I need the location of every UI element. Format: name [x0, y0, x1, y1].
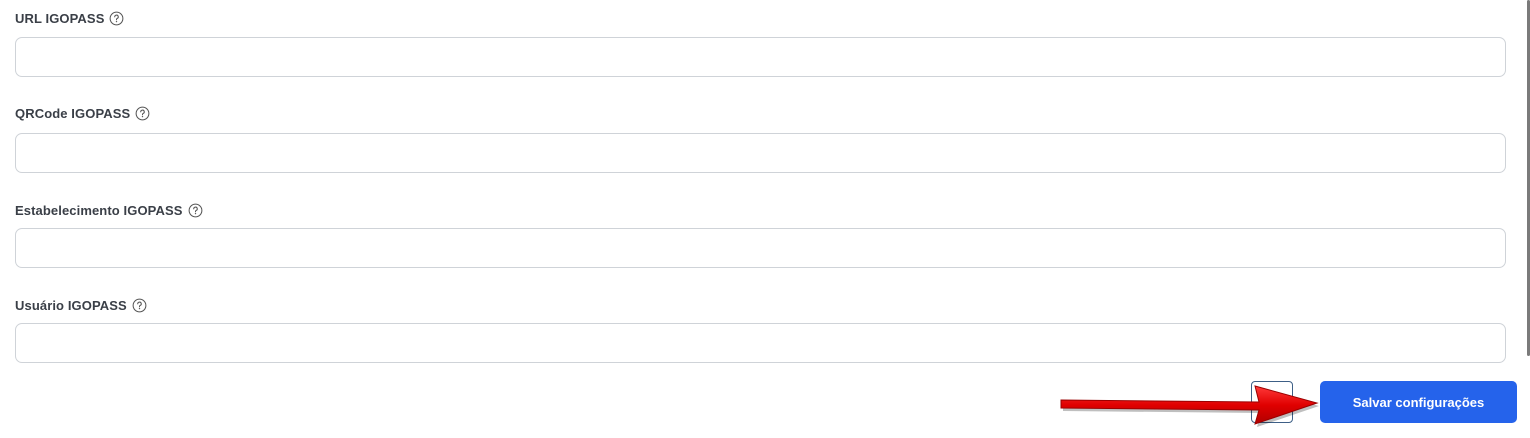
field-label-row: Estabelecimento IGOPASS — [15, 201, 1506, 219]
red-arrow-icon — [1060, 385, 1319, 427]
estabelecimento-igopass-input[interactable] — [15, 228, 1506, 268]
question-circle-icon[interactable] — [135, 106, 150, 121]
field-label-row: Usuário IGOPASS — [15, 296, 1506, 314]
field-label: QRCode IGOPASS — [15, 105, 131, 121]
field-usuario-igopass: Usuário IGOPASS — [15, 296, 1506, 363]
field-qrcode-igopass: QRCode IGOPASS — [15, 104, 1506, 173]
question-circle-icon[interactable] — [132, 298, 147, 313]
question-circle-icon[interactable] — [188, 203, 203, 218]
save-settings-button[interactable]: Salvar configurações — [1320, 381, 1517, 423]
url-igopass-input[interactable] — [15, 37, 1506, 77]
question-circle-icon[interactable] — [109, 11, 124, 26]
usuario-igopass-input[interactable] — [15, 323, 1506, 363]
field-label: Usuário IGOPASS — [15, 297, 127, 313]
field-label: Estabelecimento IGOPASS — [15, 202, 183, 218]
field-estabelecimento-igopass: Estabelecimento IGOPASS — [15, 201, 1506, 268]
qrcode-igopass-input[interactable] — [15, 133, 1506, 173]
field-label-row: URL IGOPASS — [15, 9, 1506, 27]
field-label-row: QRCode IGOPASS — [15, 104, 1506, 122]
field-url-igopass: URL IGOPASS — [15, 9, 1506, 77]
field-label: URL IGOPASS — [15, 10, 105, 26]
